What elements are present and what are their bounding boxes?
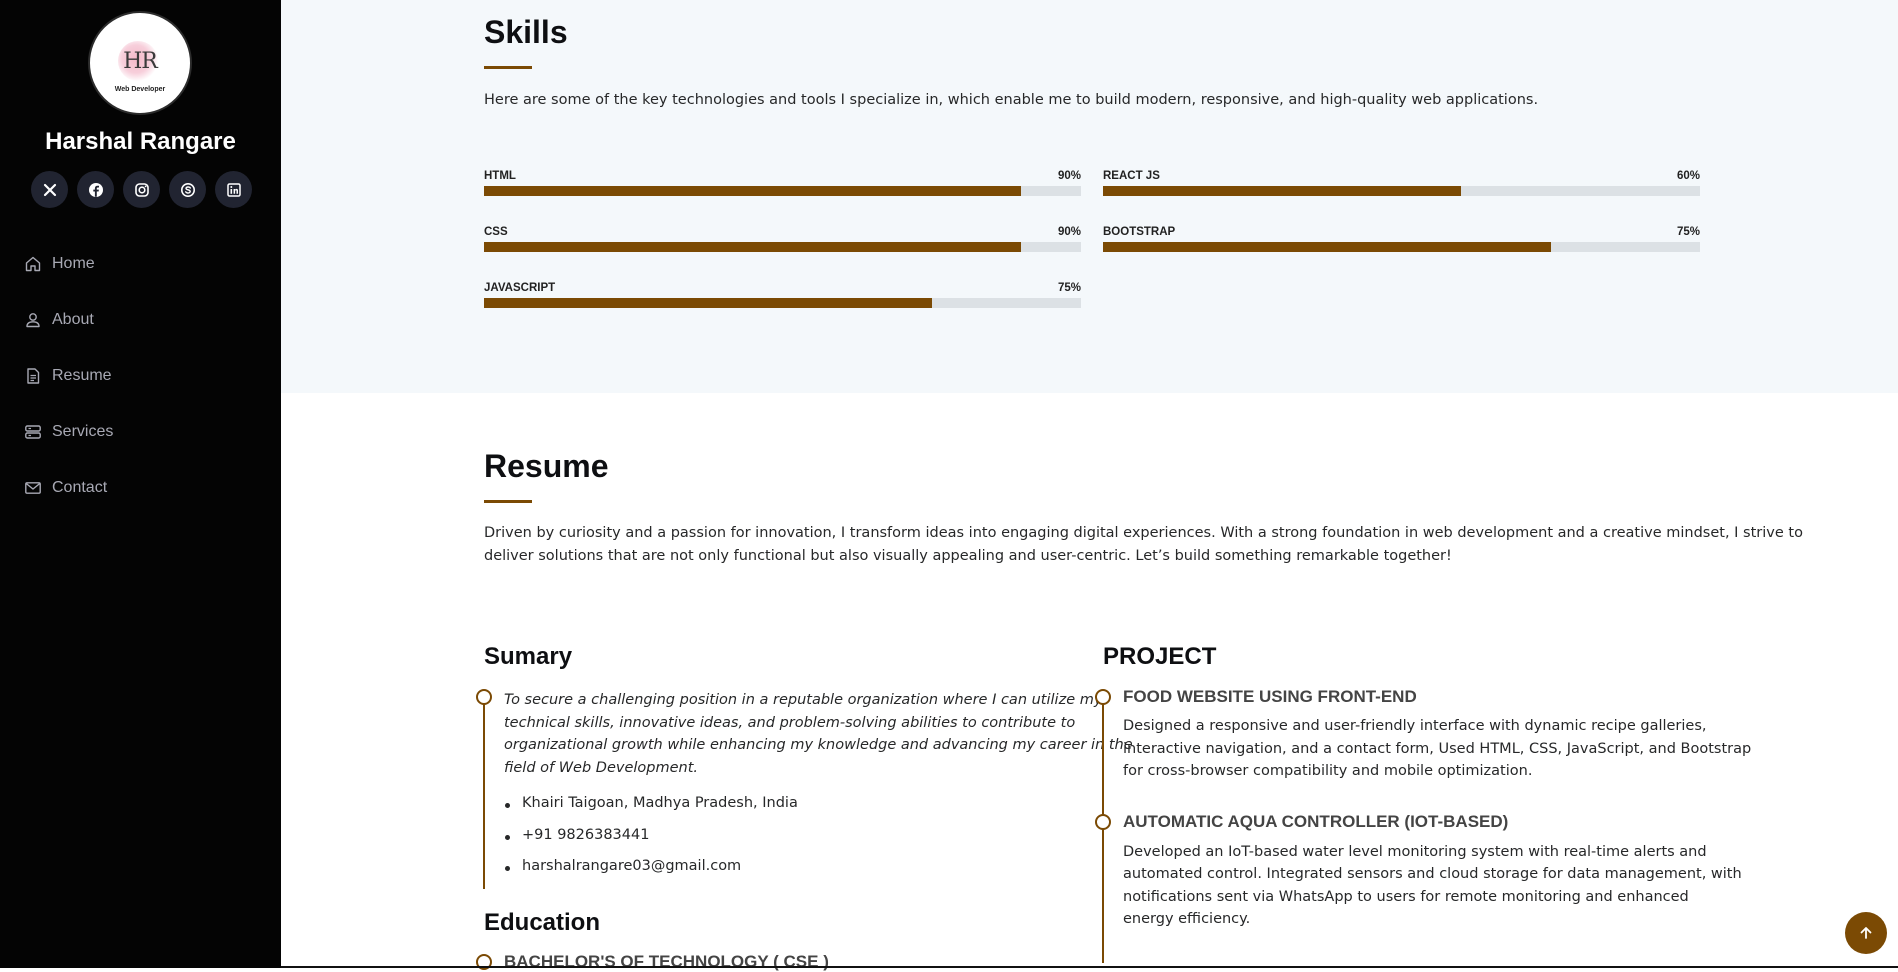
- skill-name: REACT JS: [1103, 170, 1160, 182]
- progress-track: [1103, 242, 1700, 252]
- skill-name: HTML: [484, 170, 516, 182]
- sidebar: HR Web Developer Harshal Rangare Home Ab…: [0, 0, 281, 968]
- timeline-dot: [1095, 814, 1111, 830]
- social-links: [31, 171, 252, 208]
- linkedin-link[interactable]: [215, 171, 252, 208]
- section-title: Resume: [484, 448, 609, 484]
- project-timeline: [1102, 697, 1104, 963]
- summary-line: technical skills, innovative ideas, and …: [504, 715, 1076, 731]
- skill-percent: 75%: [1676, 226, 1700, 238]
- skype-link[interactable]: [169, 171, 206, 208]
- progress-fill: [1103, 186, 1462, 196]
- education-item-title: BACHELOR'S OF TECHNOLOGY ( CSE ): [504, 952, 829, 971]
- skill-html: HTML 90%: [484, 170, 1081, 210]
- resume-description-line: Driven by curiosity and a passion for in…: [484, 525, 1803, 541]
- sidebar-nav: Home About Resume Services Contact: [0, 236, 281, 516]
- progress-track: [484, 242, 1081, 252]
- progress-fill: [484, 298, 932, 308]
- nav-label: Services: [52, 423, 114, 440]
- nav-item-services[interactable]: Services: [0, 404, 281, 460]
- skype-icon: [180, 182, 195, 197]
- house-icon: [25, 256, 41, 272]
- project-item-title: FOOD WEBSITE USING FRONT-END: [1123, 687, 1417, 706]
- summary-timeline: [483, 697, 485, 889]
- resume-description-line: deliver solutions that are not only func…: [484, 548, 1452, 564]
- scroll-top-button[interactable]: [1845, 912, 1887, 954]
- section-description: Here are some of the key technologies an…: [484, 92, 1539, 108]
- file-icon: [27, 368, 40, 384]
- progress-fill: [484, 186, 1022, 196]
- nav-label: Resume: [52, 367, 112, 384]
- project-item-line: automated control. Integrated sensors an…: [1123, 866, 1742, 882]
- x-twitter-icon: [43, 183, 56, 196]
- linkedin-icon: [226, 182, 241, 197]
- nav-item-resume[interactable]: Resume: [0, 348, 281, 404]
- nav-label: Contact: [52, 479, 108, 496]
- project-item-line: energy efficiency.: [1123, 911, 1251, 927]
- envelope-icon: [25, 482, 41, 494]
- summary-line: To secure a challenging position in a re…: [504, 692, 1103, 708]
- title-underline: [484, 500, 532, 503]
- skill-css: CSS 90%: [484, 226, 1081, 266]
- profile-name[interactable]: Harshal Rangare: [0, 128, 281, 156]
- progress-track: [484, 298, 1081, 308]
- skill-name: JAVASCRIPT: [484, 282, 556, 294]
- facebook-icon: [88, 182, 103, 197]
- summary-line: field of Web Development.: [504, 760, 699, 776]
- nav-item-contact[interactable]: Contact: [0, 460, 281, 516]
- progress-track: [1103, 186, 1700, 196]
- nav-item-about[interactable]: About: [0, 292, 281, 348]
- progress-fill: [484, 242, 1022, 252]
- summary-title: Sumary: [484, 643, 573, 670]
- skill-percent: 75%: [1057, 282, 1081, 294]
- progress-track: [484, 186, 1081, 196]
- skill-react-js: REACT JS 60%: [1103, 170, 1700, 210]
- skills-section: Skills Here are some of the key technolo…: [281, 0, 1898, 393]
- skill-percent: 60%: [1676, 170, 1700, 182]
- nav-label: About: [52, 311, 94, 328]
- contact-email[interactable]: harshalrangare03@gmail.com: [503, 858, 798, 890]
- skill-percent: 90%: [1057, 226, 1081, 238]
- nav-label: Home: [52, 255, 95, 272]
- project-title: PROJECT: [1103, 643, 1217, 670]
- arrow-up-icon: [1860, 927, 1872, 939]
- person-icon: [26, 313, 40, 328]
- timeline-dot: [476, 689, 492, 705]
- skill-javascript: JAVASCRIPT 75%: [484, 282, 1081, 322]
- project-item-line: Designed a responsive and user-friendly …: [1123, 718, 1707, 734]
- avatar-tagline: Web Developer: [114, 86, 166, 93]
- summary-line: organizational growth while enhancing my…: [504, 737, 1133, 753]
- skill-name: CSS: [484, 226, 508, 238]
- avatar-monogram: HR: [123, 49, 158, 74]
- instagram-link[interactable]: [123, 171, 160, 208]
- skill-bootstrap: BOOTSTRAP 75%: [1103, 226, 1700, 266]
- avatar[interactable]: HR Web Developer: [88, 11, 192, 115]
- x-twitter-link[interactable]: [31, 171, 68, 208]
- project-item-line: interactive navigation, and a contact fo…: [1123, 741, 1752, 757]
- project-item-line: notifications sent via WhatsApp to users…: [1123, 889, 1689, 905]
- contact-list: Khairi Taigoan, Madhya Pradesh, India +9…: [503, 795, 798, 890]
- server-icon: [25, 425, 41, 439]
- facebook-link[interactable]: [77, 171, 114, 208]
- skill-name: BOOTSTRAP: [1103, 226, 1176, 238]
- contact-address: Khairi Taigoan, Madhya Pradesh, India: [503, 795, 798, 827]
- instagram-icon: [134, 182, 149, 197]
- education-title: Education: [484, 909, 601, 936]
- project-item-line: for cross-browser compatibility and mobi…: [1123, 763, 1533, 779]
- project-item-title: AUTOMATIC AQUA CONTROLLER (IOT-BASED): [1123, 812, 1509, 831]
- skill-percent: 90%: [1057, 170, 1081, 182]
- progress-fill: [1103, 242, 1551, 252]
- timeline-dot: [1095, 689, 1111, 705]
- section-title: Skills: [484, 14, 568, 50]
- contact-phone[interactable]: +91 9826383441: [503, 827, 798, 859]
- title-underline: [484, 66, 532, 69]
- nav-item-home[interactable]: Home: [0, 236, 281, 292]
- project-item-line: Developed an IoT-based water level monit…: [1123, 844, 1707, 860]
